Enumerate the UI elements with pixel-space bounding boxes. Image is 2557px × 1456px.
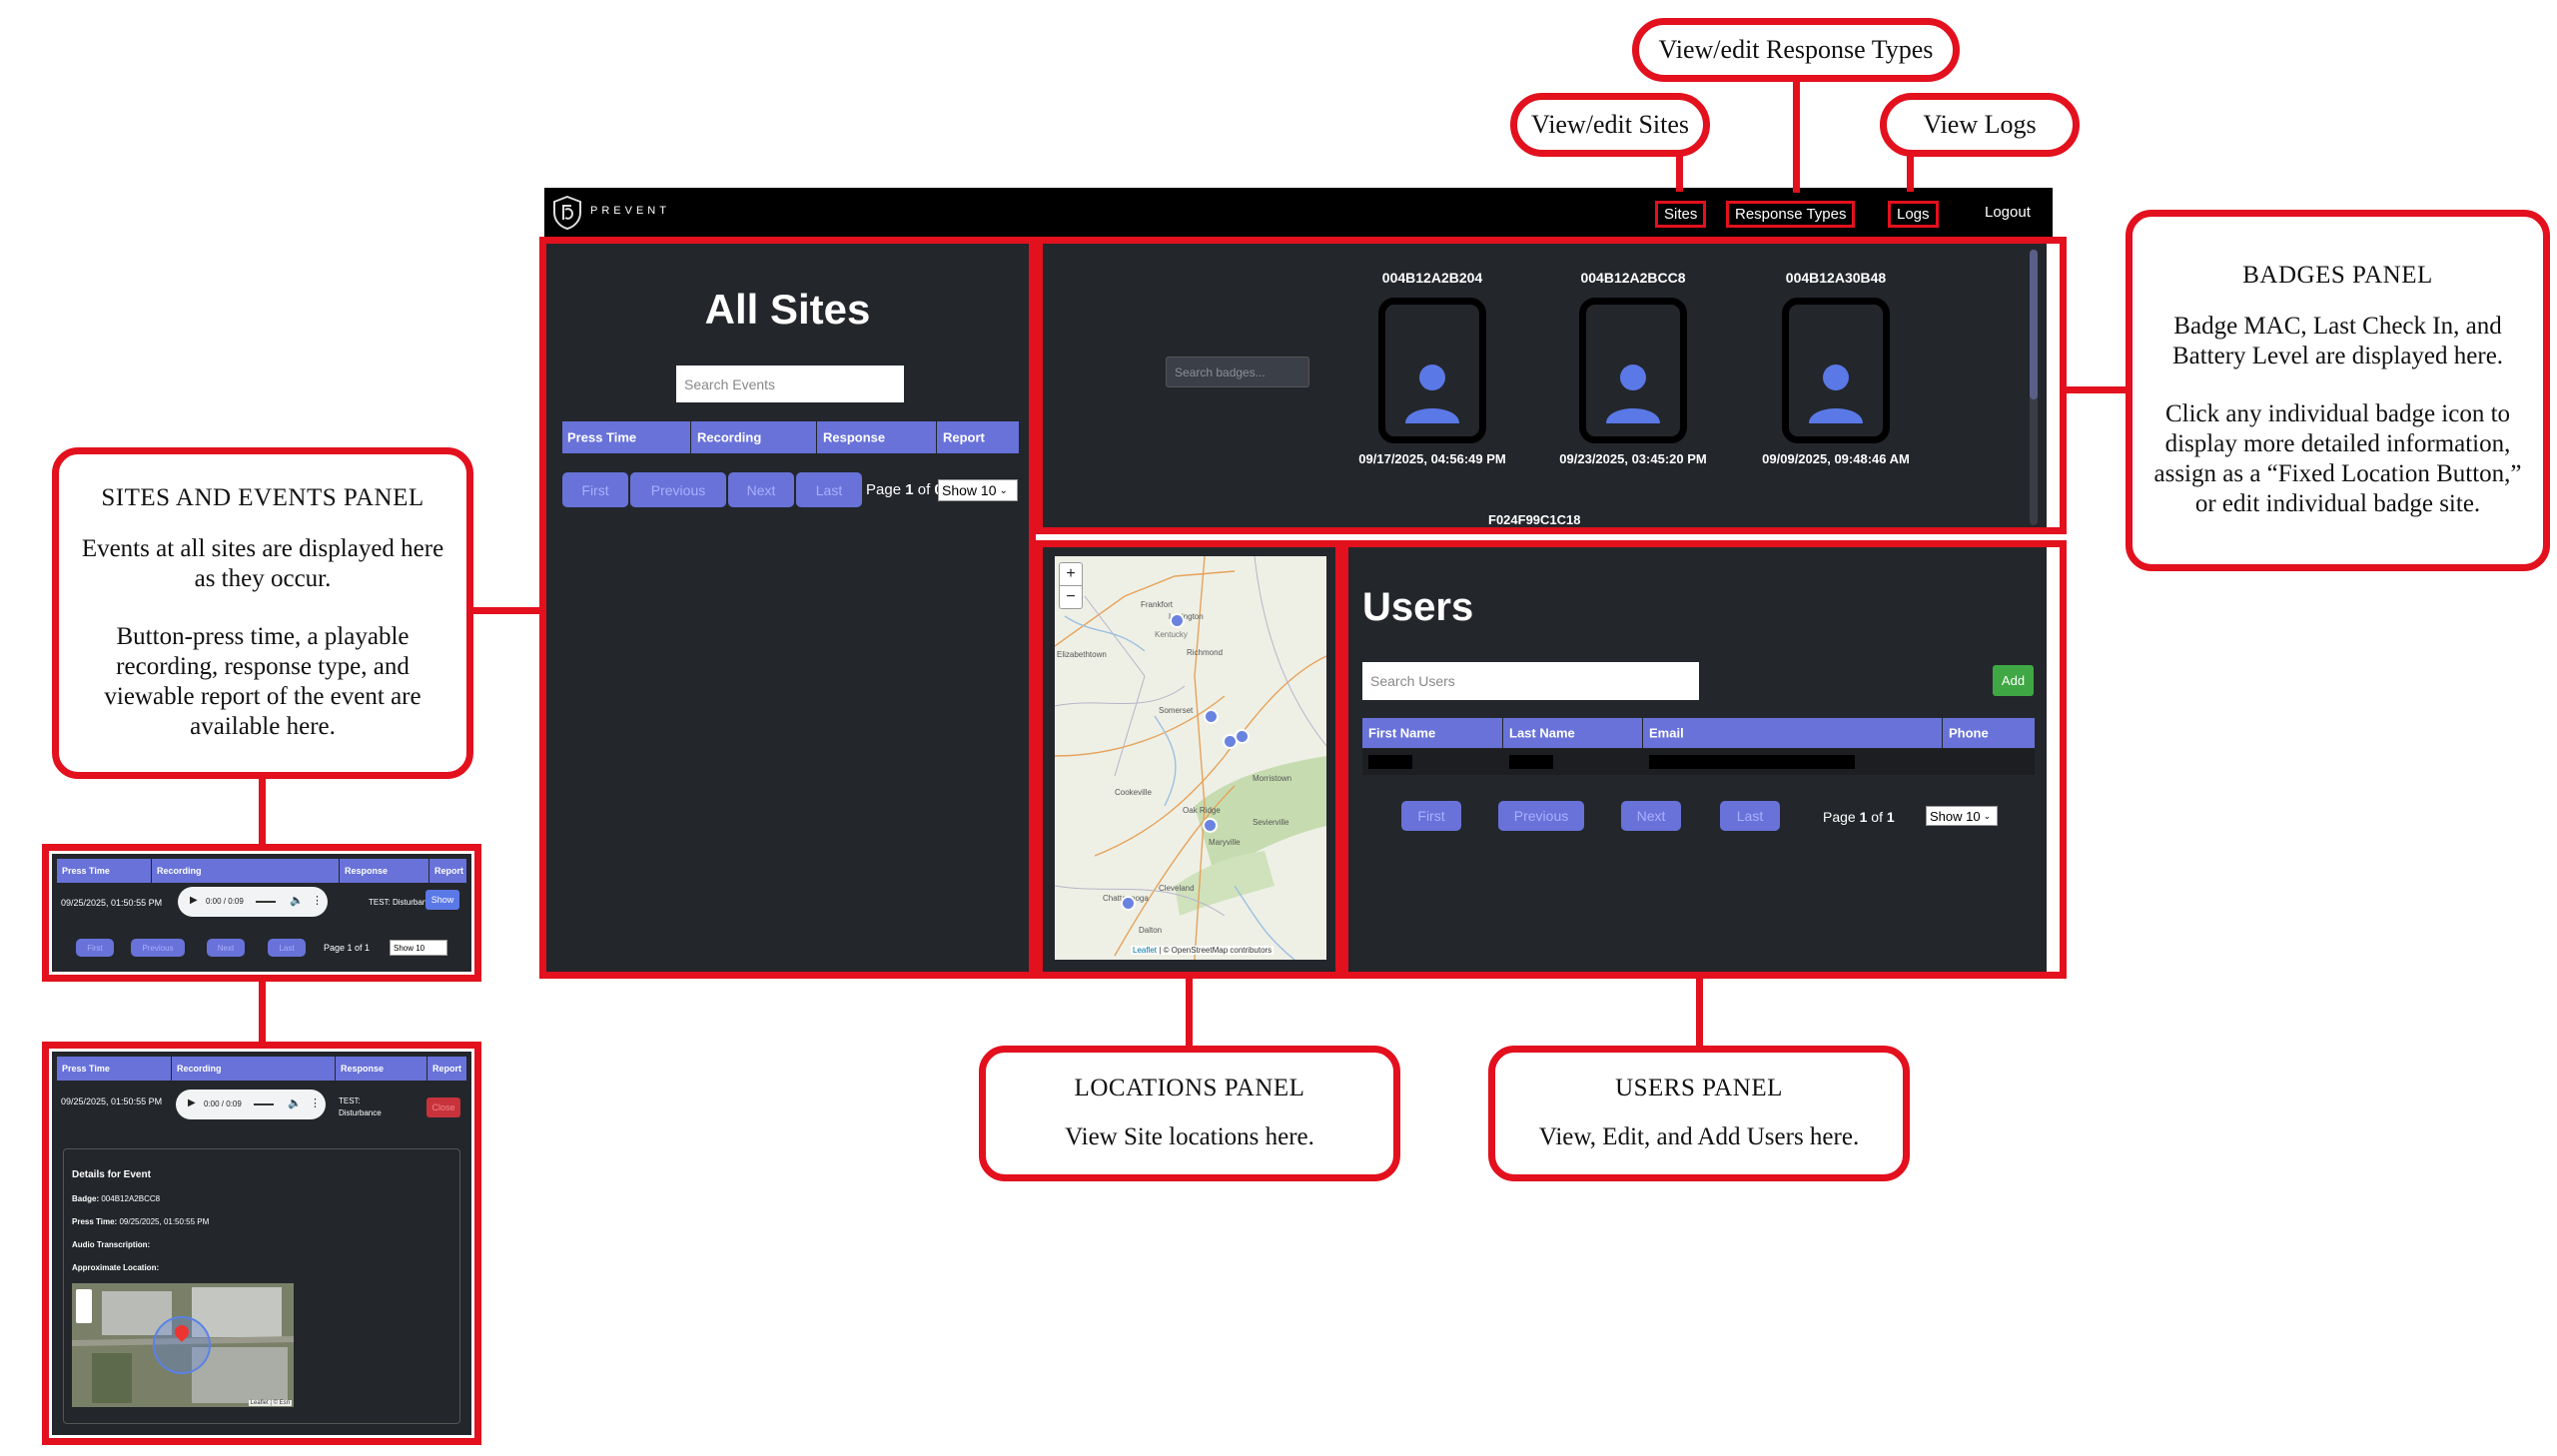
connector <box>1907 152 1914 192</box>
audio-player[interactable]: ▶ 0:00 / 0:09 🔈 ⋮ <box>176 1090 326 1119</box>
nav-logout-link[interactable]: Logout <box>1985 204 2031 221</box>
approximate-location-map[interactable]: Leaflet | © Esri <box>72 1283 294 1407</box>
details-location-label: Approximate Location: <box>72 1263 160 1272</box>
view-logs-callout: View Logs <box>1880 93 2080 157</box>
more-options-icon[interactable]: ⋮ <box>312 894 323 907</box>
mini-map-attribution: Leaflet | © Esri <box>248 1400 292 1406</box>
details-press-time: Press Time: 09/25/2025, 01:50:55 PM <box>72 1217 210 1226</box>
more-options-icon[interactable]: ⋮ <box>310 1096 321 1109</box>
connector <box>469 607 543 614</box>
connector <box>2064 386 2129 393</box>
connector <box>259 979 266 1045</box>
nav-sites-link[interactable]: Sites <box>1655 201 1707 228</box>
details-title: Details for Event <box>72 1169 151 1180</box>
volume-icon[interactable]: 🔈 <box>288 1096 302 1109</box>
prevent-logo-icon <box>552 195 582 231</box>
event-press-time: 09/25/2025, 01:50:55 PM <box>61 1096 163 1106</box>
play-icon[interactable]: ▶ <box>188 1097 196 1108</box>
mini-page-indicator: Page 1 of 1 <box>324 943 371 953</box>
users-panel-frame <box>1341 540 2067 979</box>
connector <box>1696 976 1703 1049</box>
event-details-card: Details for Event Badge: 004B12A2BCC8 Pr… <box>63 1148 460 1424</box>
mini-map-zoom-control[interactable] <box>76 1289 92 1323</box>
locations-panel-callout: LOCATIONS PANEL View Site locations here… <box>979 1046 1400 1181</box>
audio-player[interactable]: ▶ 0:00 / 0:09 🔈 ⋮ <box>178 887 328 917</box>
details-audio-transcription: Audio Transcription: <box>72 1240 151 1249</box>
mini-previous-button[interactable]: Previous <box>131 939 185 957</box>
view-edit-sites-callout: View/edit Sites <box>1510 93 1710 157</box>
show-report-button[interactable]: Show <box>426 890 459 910</box>
details-badge: Badge: 004B12A2BCC8 <box>72 1194 161 1203</box>
mini-table-header: Press Time Recording Response Report <box>57 1057 466 1081</box>
event-press-time: 09/25/2025, 01:50:55 PM <box>61 898 163 908</box>
nav-response-types-link[interactable]: Response Types <box>1726 201 1856 228</box>
event-row-example: Press Time Recording Response Report 09/… <box>52 854 471 972</box>
mini-table-header: Press Time Recording Response Report <box>57 859 466 883</box>
mini-first-button[interactable]: First <box>76 939 114 957</box>
connector <box>1186 976 1193 1049</box>
badges-panel-frame <box>1036 237 2067 534</box>
mini-next-button[interactable]: Next <box>207 939 245 957</box>
brand-name: PREVENT <box>590 205 670 217</box>
badges-panel-callout: BADGES PANEL Badge MAC, Last Check In, a… <box>2126 210 2550 571</box>
sites-panel-frame <box>539 237 1036 979</box>
nav-logs-link[interactable]: Logs <box>1888 201 1939 228</box>
play-icon[interactable]: ▶ <box>190 895 198 906</box>
close-report-button[interactable]: Close <box>426 1097 460 1117</box>
event-response: TEST: Disturbance <box>339 1096 382 1117</box>
mini-page-size-select[interactable]: Show 10 <box>390 940 447 956</box>
view-edit-response-types-callout: View/edit Response Types <box>1632 18 1960 82</box>
volume-icon[interactable]: 🔈 <box>290 894 304 907</box>
users-panel-callout: USERS PANEL View, Edit, and Add Users he… <box>1488 1046 1910 1181</box>
locations-panel-frame <box>1036 540 1342 979</box>
connector <box>1676 152 1683 192</box>
top-nav-bar: PREVENT Sites Response Types Logs Logout <box>544 188 2053 238</box>
event-details-example: Press Time Recording Response Report 09/… <box>52 1052 471 1435</box>
connector <box>259 775 266 847</box>
sites-events-callout: SITES AND EVENTS PANEL Events at all sit… <box>52 447 473 779</box>
connector <box>1793 78 1800 193</box>
mini-last-button[interactable]: Last <box>268 939 306 957</box>
